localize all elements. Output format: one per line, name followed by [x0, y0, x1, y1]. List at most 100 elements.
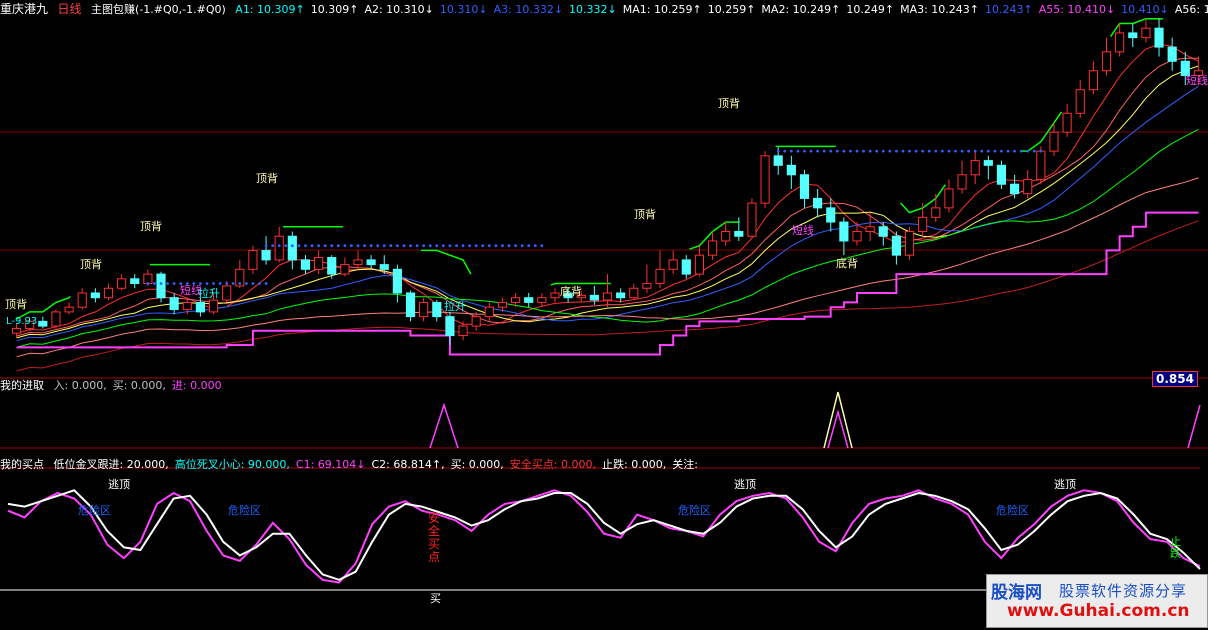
candle [629, 283, 639, 301]
resistance-dot [822, 149, 826, 153]
resistance-dot [1019, 149, 1023, 153]
label-danger-zone: 危险区 [996, 504, 1029, 517]
resistance-dot [441, 244, 445, 248]
resistance-dot [474, 244, 478, 248]
period-label[interactable]: 日线 [58, 2, 82, 16]
candle [300, 255, 311, 275]
candle [839, 217, 849, 256]
candle [117, 274, 127, 291]
candle [668, 250, 678, 275]
candle [681, 255, 691, 279]
candle [602, 274, 613, 308]
ma-line [16, 177, 1199, 358]
resistance-dot [895, 149, 898, 153]
panel3-value: 止跌: 0.000, [602, 458, 667, 471]
resistance-dot [343, 244, 347, 248]
candle [169, 292, 179, 315]
candle [471, 311, 481, 331]
indicator-value: 10.249↑ [846, 3, 895, 16]
label-top-divergence: 顶背 [140, 220, 162, 233]
resistance-dot [468, 244, 472, 248]
indicator-value: MA1: 10.259↑ [622, 3, 702, 16]
resistance-dot [921, 149, 925, 153]
resistance-dot [244, 282, 248, 285]
panel3-title: 我的买点 [0, 458, 44, 471]
resistance-dot [809, 149, 813, 153]
candle [957, 160, 967, 194]
candle [524, 292, 534, 308]
resistance-dot [356, 244, 360, 248]
cursor-value-box: 0.854 [1152, 371, 1198, 387]
panel2-value: 进: 0.000 [171, 379, 222, 392]
candle [550, 288, 560, 303]
candle [51, 309, 61, 329]
resistance-dot [940, 149, 944, 153]
resistance-dot [395, 244, 399, 248]
resistance-dot [428, 244, 432, 248]
candle [983, 155, 993, 180]
candle [616, 288, 626, 303]
moving-average-lines [16, 17, 1199, 372]
candle [760, 151, 770, 208]
candle [90, 288, 100, 303]
resistance-dot [1013, 149, 1016, 153]
panel3-value: 高位死叉小心: 90.000, [174, 458, 290, 471]
indicator-value: MA2: 10.249↑ [761, 3, 841, 16]
resistance-dot [993, 149, 997, 153]
resistance-dot [1039, 149, 1043, 153]
label-top-divergence: 顶背 [634, 208, 656, 221]
resistance-dot [901, 149, 905, 153]
panel3-value: 关注: [672, 458, 698, 471]
label-buy: 买 [430, 592, 441, 605]
candle [1141, 18, 1151, 43]
resistance-dot [435, 244, 439, 248]
resistance-dot [310, 244, 314, 248]
candle [484, 302, 494, 322]
resistance-dot [816, 149, 820, 153]
resistance-dot [789, 149, 793, 153]
candle [996, 160, 1007, 189]
signal-pulse [823, 391, 853, 449]
candle [366, 255, 376, 270]
panel2-values: 入: 0.000, 买: 0.000, 进: 0.000 [54, 379, 228, 392]
label-escape-top: 逃顶 [1054, 478, 1076, 491]
resistance-dot [402, 244, 406, 248]
candle [721, 222, 731, 246]
label-pull-up: 拉升 [444, 300, 466, 313]
resistance-dot [363, 244, 366, 248]
resistance-dot [297, 244, 301, 248]
resistance-dot [304, 244, 307, 248]
candle [38, 316, 48, 329]
candle [287, 231, 297, 270]
resistance-dot [829, 149, 833, 153]
resistance-dot [783, 149, 787, 153]
resistance-dot [914, 149, 918, 153]
resistance-dot [954, 149, 957, 153]
resistance-dot [980, 149, 984, 153]
candle [340, 257, 350, 277]
panel2-value: 入: 0.000, [53, 379, 107, 392]
indicator-value: A3: 10.332↓ [493, 3, 564, 16]
candle [1154, 18, 1164, 57]
label-top-divergence: 顶背 [80, 258, 102, 271]
resistance-dot [862, 149, 865, 153]
candle [392, 264, 402, 303]
resistance-dot [448, 244, 452, 248]
indicator-value: 10.243↑ [985, 3, 1033, 16]
candle [1101, 37, 1112, 76]
indicator-value: 10.410↓ [1121, 3, 1169, 16]
candle [432, 300, 442, 322]
candle [734, 217, 744, 241]
resistance-dot [422, 244, 426, 248]
candle [1023, 170, 1033, 199]
panel3-value: 低位金叉跟进: 20.000, [53, 458, 169, 471]
resistance-dot [251, 282, 255, 285]
resistance-dot [494, 244, 498, 248]
candle [261, 236, 271, 265]
candle [1088, 61, 1098, 95]
candle [64, 302, 74, 315]
candle [655, 250, 665, 289]
label-top-divergence: 顶背 [718, 97, 740, 110]
resistance-dot [855, 149, 859, 153]
candle [931, 193, 941, 223]
